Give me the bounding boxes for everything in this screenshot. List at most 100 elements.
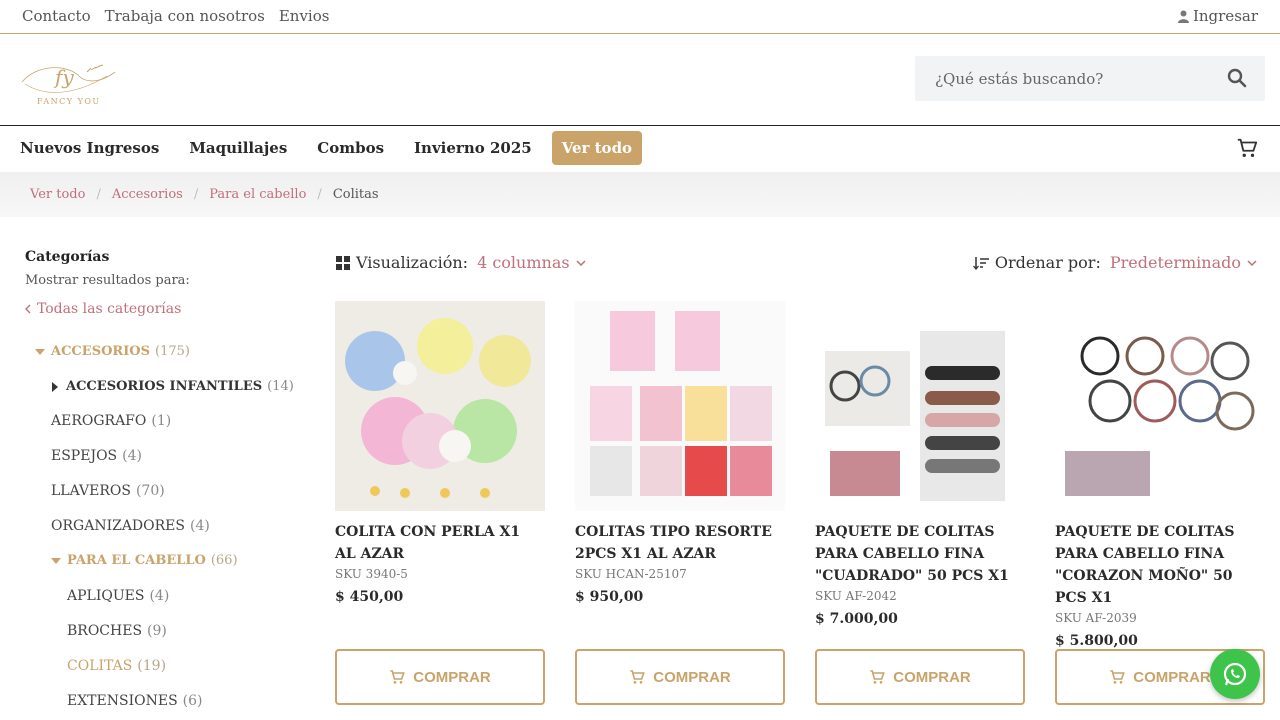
caret-right-icon <box>52 381 58 392</box>
category-hair[interactable]: PARA EL CABELLO (66) <box>51 553 238 568</box>
work-with-us-link[interactable]: Trabaja con nosotros <box>105 7 265 25</box>
breadcrumb-hair[interactable]: Para el cabello <box>209 187 306 202</box>
product-card: PAQUETE DE COLITAS PARA CABELLO FINA "CU… <box>815 301 1025 627</box>
cart-icon <box>1110 670 1126 684</box>
category-label: APLIQUES <box>67 588 145 604</box>
chevron-down-icon <box>576 259 586 266</box>
category-mirrors[interactable]: ESPEJOS (4) <box>51 448 142 464</box>
category-keychains[interactable]: LLAVEROS (70) <box>51 483 165 499</box>
nav-see-all-button[interactable]: Ver todo <box>551 131 643 165</box>
category-hair-ties[interactable]: COLITAS (19) <box>67 658 166 674</box>
category-count: (14) <box>267 379 294 394</box>
caret-down-icon <box>35 348 45 355</box>
category-organizers[interactable]: ORGANIZADORES (4) <box>51 518 210 534</box>
product-name[interactable]: COLITAS TIPO RESORTE 2PCS X1 AL AZAR <box>575 521 785 565</box>
category-label: ACCESORIOS <box>51 344 150 359</box>
cart-icon <box>390 670 406 684</box>
category-count: (70) <box>135 483 165 499</box>
user-icon <box>1177 10 1189 23</box>
product-name[interactable]: PAQUETE DE COLITAS PARA CABELLO FINA "CU… <box>815 521 1025 587</box>
product-sku: SKU HCAN-25107 <box>575 567 687 581</box>
category-count: (175) <box>155 344 190 359</box>
product-image[interactable] <box>575 301 785 511</box>
product-name[interactable]: COLITA CON PERLA X1 AL AZAR <box>335 521 545 565</box>
search-box <box>915 56 1265 101</box>
category-clips[interactable]: BROCHES (9) <box>67 623 167 639</box>
svg-text:fy: fy <box>53 65 74 89</box>
nav-new-arrivals[interactable]: Nuevos Ingresos <box>20 131 159 165</box>
sidebar-subtitle: Mostrar resultados para: <box>25 273 190 288</box>
product-image[interactable] <box>335 301 545 511</box>
category-label: PARA EL CABELLO <box>67 553 206 568</box>
chevron-down-icon <box>1247 259 1257 266</box>
product-name[interactable]: PAQUETE DE COLITAS PARA CABELLO FINA "CO… <box>1055 521 1265 609</box>
category-label: COLITAS <box>67 658 133 674</box>
breadcrumb-accessories[interactable]: Accesorios <box>112 187 183 202</box>
search-input[interactable] <box>915 69 1205 88</box>
sidebar-title: Categorías <box>25 249 110 265</box>
buy-button[interactable]: COMPRAR <box>815 649 1025 705</box>
buy-button[interactable]: COMPRAR <box>335 649 545 705</box>
category-label: ORGANIZADORES <box>51 518 185 534</box>
category-label: BROCHES <box>67 623 143 639</box>
category-count: (19) <box>137 658 167 674</box>
category-extensions[interactable]: EXTENSIONES (6) <box>67 693 203 709</box>
product-image[interactable] <box>1055 301 1265 511</box>
nav-combos[interactable]: Combos <box>317 131 384 165</box>
nav-winter-2025[interactable]: Invierno 2025 <box>414 131 532 165</box>
sort-label: Ordenar por: <box>994 253 1101 272</box>
nav-makeup[interactable]: Maquillajes <box>189 131 287 165</box>
top-bar: Contacto Trabaja con nosotros Envios Ing… <box>0 0 1280 34</box>
main-nav: Nuevos Ingresos Maquillajes Combos Invie… <box>0 126 1280 172</box>
category-label: ACCESORIOS INFANTILES <box>66 379 263 394</box>
category-count: (1) <box>151 413 172 429</box>
category-count: (4) <box>122 448 142 464</box>
buy-label: COMPRAR <box>413 668 491 686</box>
cart-icon[interactable] <box>1236 137 1258 159</box>
header: fy FANCY YOU <box>0 34 1280 126</box>
chevron-left-icon <box>25 304 31 314</box>
category-airbrush[interactable]: AEROGRAFO (1) <box>51 413 171 429</box>
buy-button[interactable]: COMPRAR <box>575 649 785 705</box>
store-logo[interactable]: fy FANCY YOU <box>17 54 117 108</box>
category-accessories[interactable]: ACCESORIOS (175) <box>35 344 190 359</box>
category-appliques[interactable]: APLIQUES (4) <box>67 588 169 604</box>
product-card: PAQUETE DE COLITAS PARA CABELLO FINA "CO… <box>1055 301 1265 649</box>
product-sku: SKU 3940-5 <box>335 567 408 581</box>
buy-label: COMPRAR <box>893 668 971 686</box>
buy-label: COMPRAR <box>653 668 731 686</box>
category-kids-accessories[interactable]: ACCESORIOS INFANTILES (14) <box>52 379 294 394</box>
breadcrumb-separator: / <box>193 187 199 202</box>
view-label: Visualización: <box>356 253 469 272</box>
category-count: (66) <box>210 553 238 568</box>
product-card: COLITA CON PERLA X1 AL AZAR SKU 3940-5 $… <box>335 301 545 605</box>
shipping-link[interactable]: Envios <box>279 7 330 25</box>
product-card: COLITAS TIPO RESORTE 2PCS X1 AL AZAR SKU… <box>575 301 785 605</box>
logo-text: FANCY YOU <box>37 97 101 106</box>
category-count: (4) <box>149 588 170 604</box>
category-label: LLAVEROS <box>51 483 131 499</box>
whatsapp-button[interactable] <box>1210 649 1260 699</box>
cart-icon <box>870 670 886 684</box>
breadcrumb-separator: / <box>96 187 101 202</box>
breadcrumb-see-all[interactable]: Ver todo <box>30 187 85 202</box>
category-sidebar: Categorías Mostrar resultados para: Toda… <box>25 247 305 317</box>
sort-selector: Ordenar por: Predeterminado <box>972 253 1257 272</box>
product-price: $ 450,00 <box>335 589 404 605</box>
login-label: Ingresar <box>1192 7 1258 25</box>
login-link[interactable]: Ingresar <box>1177 7 1258 25</box>
contact-link[interactable]: Contacto <box>22 7 91 25</box>
product-price: $ 5.800,00 <box>1055 633 1138 649</box>
product-price: $ 7.000,00 <box>815 611 898 627</box>
view-dropdown[interactable]: 4 columnas <box>477 253 586 272</box>
product-sku: SKU AF-2042 <box>815 589 897 603</box>
view-value: 4 columnas <box>477 253 570 272</box>
category-count: (9) <box>147 623 167 639</box>
all-categories-link[interactable]: Todas las categorías <box>25 301 305 317</box>
sort-dropdown[interactable]: Predeterminado <box>1110 253 1257 272</box>
search-icon[interactable] <box>1227 68 1247 88</box>
category-count: (4) <box>189 518 210 534</box>
sort-value: Predeterminado <box>1109 253 1241 272</box>
all-categories-label: Todas las categorías <box>37 301 182 317</box>
product-image[interactable] <box>815 301 1025 511</box>
